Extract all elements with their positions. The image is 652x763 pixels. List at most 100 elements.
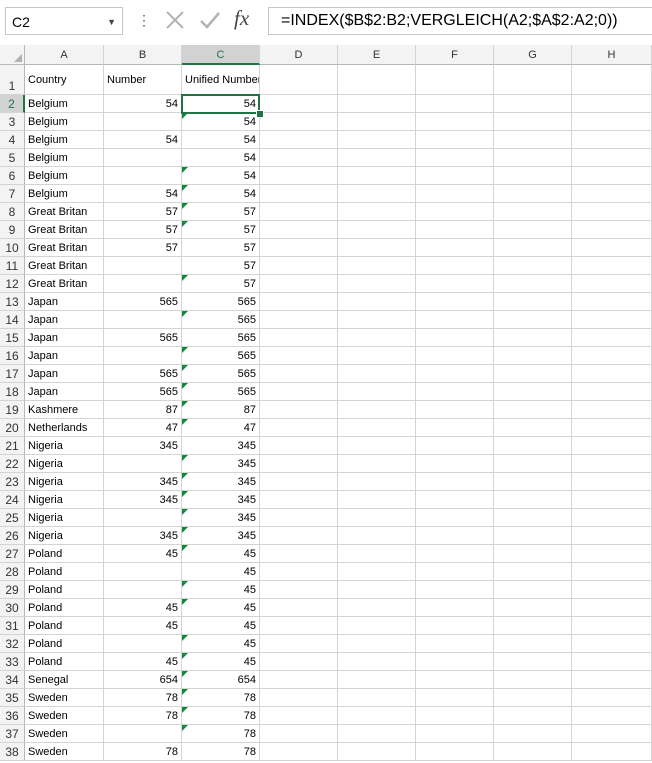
cell-g[interactable] — [494, 383, 572, 401]
cell-e[interactable] — [338, 509, 416, 527]
cell-g[interactable] — [494, 725, 572, 743]
cell-country[interactable]: Nigeria — [25, 473, 104, 491]
cell-d[interactable] — [260, 563, 338, 581]
cell-h[interactable] — [572, 65, 652, 95]
cell-f[interactable] — [416, 203, 494, 221]
cell-e[interactable] — [338, 599, 416, 617]
row-header[interactable]: 13 — [0, 293, 25, 311]
cell-g[interactable] — [494, 203, 572, 221]
cell-country[interactable]: Belgium — [25, 131, 104, 149]
row-header[interactable]: 19 — [0, 401, 25, 419]
cell-f[interactable] — [416, 563, 494, 581]
row-header[interactable]: 4 — [0, 131, 25, 149]
cell-country[interactable]: Belgium — [25, 95, 104, 113]
cell-number[interactable]: 565 — [104, 383, 182, 401]
cell-g[interactable] — [494, 599, 572, 617]
cell-e[interactable] — [338, 329, 416, 347]
cell-unified-number[interactable]: 47 — [182, 419, 260, 437]
error-indicator-icon[interactable] — [182, 545, 188, 551]
cell-g[interactable] — [494, 95, 572, 113]
row-header[interactable]: 18 — [0, 383, 25, 401]
cell-d[interactable] — [260, 167, 338, 185]
row-header[interactable]: 22 — [0, 455, 25, 473]
cell-f[interactable] — [416, 257, 494, 275]
cell-number[interactable] — [104, 563, 182, 581]
cell-f[interactable] — [416, 383, 494, 401]
cell-f[interactable] — [416, 401, 494, 419]
cell-country[interactable]: Nigeria — [25, 527, 104, 545]
close-icon[interactable] — [164, 9, 186, 34]
cell-d[interactable] — [260, 491, 338, 509]
row-header[interactable]: 20 — [0, 419, 25, 437]
error-indicator-icon[interactable] — [182, 185, 188, 191]
cell-h[interactable] — [572, 149, 652, 167]
row-header[interactable]: 26 — [0, 527, 25, 545]
cell-country[interactable]: Japan — [25, 293, 104, 311]
cell-e[interactable] — [338, 311, 416, 329]
cell-h[interactable] — [572, 185, 652, 203]
header-cell-country[interactable]: Country — [25, 65, 104, 95]
cell-g[interactable] — [494, 257, 572, 275]
cell-e[interactable] — [338, 239, 416, 257]
cell-unified-number[interactable]: 54 — [182, 149, 260, 167]
cell-d[interactable] — [260, 257, 338, 275]
cell-h[interactable] — [572, 293, 652, 311]
cell-unified-number[interactable]: 565 — [182, 329, 260, 347]
cell-number[interactable]: 565 — [104, 293, 182, 311]
cell-country[interactable]: Japan — [25, 329, 104, 347]
cell-unified-number[interactable]: 345 — [182, 473, 260, 491]
cell-f[interactable] — [416, 437, 494, 455]
error-indicator-icon[interactable] — [182, 383, 188, 389]
cell-f[interactable] — [416, 635, 494, 653]
cell-country[interactable]: Poland — [25, 581, 104, 599]
cell-country[interactable]: Belgium — [25, 185, 104, 203]
cell-f[interactable] — [416, 185, 494, 203]
cell-number[interactable] — [104, 725, 182, 743]
cell-e[interactable] — [338, 671, 416, 689]
cell-unified-number[interactable]: 57 — [182, 239, 260, 257]
cell-g[interactable] — [494, 293, 572, 311]
cell-e[interactable] — [338, 581, 416, 599]
cell-country[interactable]: Poland — [25, 563, 104, 581]
header-cell-unified-number[interactable]: Unified Number — [182, 65, 260, 95]
cell-h[interactable] — [572, 635, 652, 653]
cell-e[interactable] — [338, 527, 416, 545]
cell-d[interactable] — [260, 545, 338, 563]
cell-f[interactable] — [416, 329, 494, 347]
cell-g[interactable] — [494, 689, 572, 707]
cell-unified-number[interactable]: 565 — [182, 311, 260, 329]
cell-number[interactable]: 654 — [104, 671, 182, 689]
cell-h[interactable] — [572, 599, 652, 617]
cell-unified-number[interactable]: 45 — [182, 653, 260, 671]
cell-number[interactable] — [104, 455, 182, 473]
cell-g[interactable] — [494, 149, 572, 167]
row-header[interactable]: 33 — [0, 653, 25, 671]
cell-number[interactable]: 565 — [104, 329, 182, 347]
cell-g[interactable] — [494, 185, 572, 203]
cell-g[interactable] — [494, 419, 572, 437]
error-indicator-icon[interactable] — [182, 203, 188, 209]
cell-h[interactable] — [572, 275, 652, 293]
cell-d[interactable] — [260, 65, 338, 95]
cell-f[interactable] — [416, 599, 494, 617]
cell-number[interactable] — [104, 149, 182, 167]
cell-h[interactable] — [572, 491, 652, 509]
cell-h[interactable] — [572, 257, 652, 275]
cell-g[interactable] — [494, 581, 572, 599]
cell-e[interactable] — [338, 221, 416, 239]
cell-unified-number[interactable]: 345 — [182, 437, 260, 455]
cell-number[interactable]: 54 — [104, 185, 182, 203]
column-header-h[interactable]: H — [572, 45, 652, 65]
cell-f[interactable] — [416, 581, 494, 599]
cell-d[interactable] — [260, 149, 338, 167]
cell-e[interactable] — [338, 545, 416, 563]
error-indicator-icon[interactable] — [182, 599, 188, 605]
cell-e[interactable] — [338, 113, 416, 131]
cell-f[interactable] — [416, 725, 494, 743]
cell-e[interactable] — [338, 401, 416, 419]
row-header[interactable]: 3 — [0, 113, 25, 131]
cell-e[interactable] — [338, 707, 416, 725]
cell-country[interactable]: Poland — [25, 545, 104, 563]
cell-e[interactable] — [338, 95, 416, 113]
cell-h[interactable] — [572, 167, 652, 185]
